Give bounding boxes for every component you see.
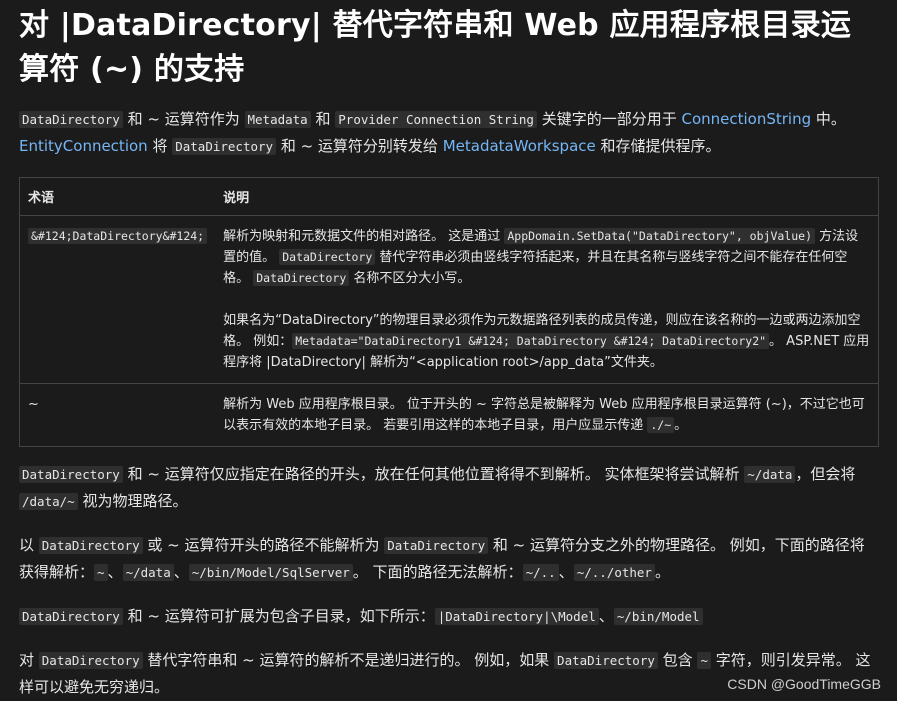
- text: 和存储提供程序。: [595, 137, 721, 155]
- header-description: 说明: [215, 177, 879, 216]
- intro-paragraph: DataDirectory 和 ~ 运算符作为 Metadata 和 Provi…: [19, 106, 879, 160]
- text: 和 ~ 运算符可扩展为包含子目录，如下所示：: [122, 607, 435, 625]
- text: 。: [654, 563, 670, 581]
- terms-table: 术语 说明 &#124;DataDirectory&#124; 解析为映射和元数…: [19, 177, 879, 447]
- inline-code: DataDirectory: [172, 138, 277, 155]
- inline-code: AppDomain.SetData("DataDirectory", objVa…: [504, 228, 815, 244]
- inline-code: DataDirectory: [253, 270, 350, 286]
- inline-code: DataDirectory: [19, 466, 123, 483]
- inline-code: DataDirectory: [19, 111, 123, 128]
- text: 、: [173, 563, 189, 581]
- inline-code: Provider Connection String: [335, 111, 537, 128]
- paragraph-recursion-rule: 对 DataDirectory 替代字符串和 ~ 运算符的解析不是递归进行的。 …: [19, 647, 879, 701]
- term-cell: ~: [19, 383, 216, 447]
- text: 视为物理路径。: [77, 492, 188, 510]
- metadataworkspace-link[interactable]: MetadataWorkspace: [443, 137, 596, 155]
- inline-code: Metadata: [244, 111, 311, 128]
- header-term: 术语: [19, 177, 216, 216]
- table-row: &#124;DataDirectory&#124; 解析为映射和元数据文件的相对…: [19, 215, 879, 384]
- table-row: ~ 解析为 Web 应用程序根目录。 位于开头的 ~ 字符总是被解释为 Web …: [19, 383, 879, 447]
- inline-code: ~: [94, 564, 108, 581]
- description-cell: 解析为 Web 应用程序根目录。 位于开头的 ~ 字符总是被解释为 Web 应用…: [215, 383, 879, 447]
- page-title: 对 |DataDirectory| 替代字符串和 Web 应用程序根目录运算符 …: [19, 8, 852, 87]
- text: 。: [674, 418, 688, 433]
- text: 、: [598, 607, 614, 625]
- inline-code: ~/../other: [573, 564, 655, 581]
- term-cell: &#124;DataDirectory&#124;: [19, 215, 216, 384]
- inline-code: &#124;DataDirectory&#124;: [28, 228, 208, 244]
- text: ，但会将: [795, 465, 856, 483]
- text: 替代字符串和 ~ 运算符的解析不是递归进行的。 例如，如果: [142, 651, 555, 669]
- text: 解析为 Web 应用程序根目录。 位于开头的 ~ 字符总是被解释为 Web 应用…: [223, 397, 865, 433]
- article: 对 |DataDirectory| 替代字符串和 Web 应用程序根目录运算符 …: [19, 0, 879, 701]
- text: 中。: [811, 110, 846, 128]
- text: 关键字的一部分用于: [536, 110, 682, 128]
- inline-code: DataDirectory: [554, 652, 658, 669]
- inline-code: DataDirectory: [384, 537, 489, 554]
- description-cell: 解析为映射和元数据文件的相对路径。 这是通过 AppDomain.SetData…: [215, 215, 879, 384]
- inline-code: ~/bin/Model: [613, 608, 703, 625]
- paragraph-position-rule: DataDirectory 和 ~ 运算符仅应指定在路径的开头，放在任何其他位置…: [19, 461, 879, 515]
- text: 包含: [657, 651, 698, 669]
- inline-code: ~/bin/Model/SqlServer: [188, 564, 353, 581]
- text: 、: [107, 563, 123, 581]
- inline-code: ~/data: [122, 564, 174, 581]
- entityconnection-link[interactable]: EntityConnection: [19, 137, 148, 155]
- connectionstring-link[interactable]: ConnectionString: [681, 110, 811, 128]
- text: 、: [558, 563, 574, 581]
- inline-code: ~/..: [522, 564, 559, 581]
- description-text: 如果名为“DataDirectory”的物理目录必须作为元数据路径列表的成员传递…: [223, 310, 870, 373]
- text: 或 ~ 运算符开头的路径不能解析为: [142, 536, 385, 554]
- text: 将: [147, 137, 173, 155]
- watermark: CSDN @GoodTimeGGB: [727, 676, 881, 692]
- text: 解析为映射和元数据文件的相对路径。 这是通过: [223, 229, 505, 244]
- text: 对: [19, 651, 39, 669]
- text: 。 下面的路径无法解析：: [352, 563, 523, 581]
- inline-code: DataDirectory: [38, 537, 143, 554]
- inline-code: DataDirectory: [19, 608, 123, 625]
- inline-code: |DataDirectory|\Model: [434, 608, 599, 625]
- inline-code: Metadata="DataDirectory1 &#124; DataDire…: [292, 333, 770, 349]
- text: 和 ~ 运算符作为: [122, 110, 245, 128]
- inline-code: ~: [697, 652, 711, 669]
- text: 和: [310, 110, 336, 128]
- table-header-row: 术语 说明: [19, 177, 879, 216]
- inline-code: /data/~: [19, 493, 78, 510]
- paragraph-subdirectory-rule: DataDirectory 和 ~ 运算符可扩展为包含子目录，如下所示： |Dat…: [19, 603, 879, 630]
- inline-code: DataDirectory: [279, 249, 376, 265]
- description-text: 解析为映射和元数据文件的相对路径。 这是通过 AppDomain.SetData…: [223, 226, 870, 289]
- inline-code: ~/data: [744, 466, 796, 483]
- text: 以: [19, 536, 39, 554]
- text: 和 ~ 运算符仅应指定在路径的开头，放在任何其他位置将得不到解析。 实体框架将尝…: [122, 465, 745, 483]
- inline-code: ./~: [647, 417, 675, 433]
- inline-code: DataDirectory: [38, 652, 143, 669]
- paragraph-path-rule: 以 DataDirectory 或 ~ 运算符开头的路径不能解析为 DataDi…: [19, 532, 879, 586]
- text: 名称不区分大小写。: [349, 271, 471, 286]
- text: 和 ~ 运算符分别转发给: [276, 137, 443, 155]
